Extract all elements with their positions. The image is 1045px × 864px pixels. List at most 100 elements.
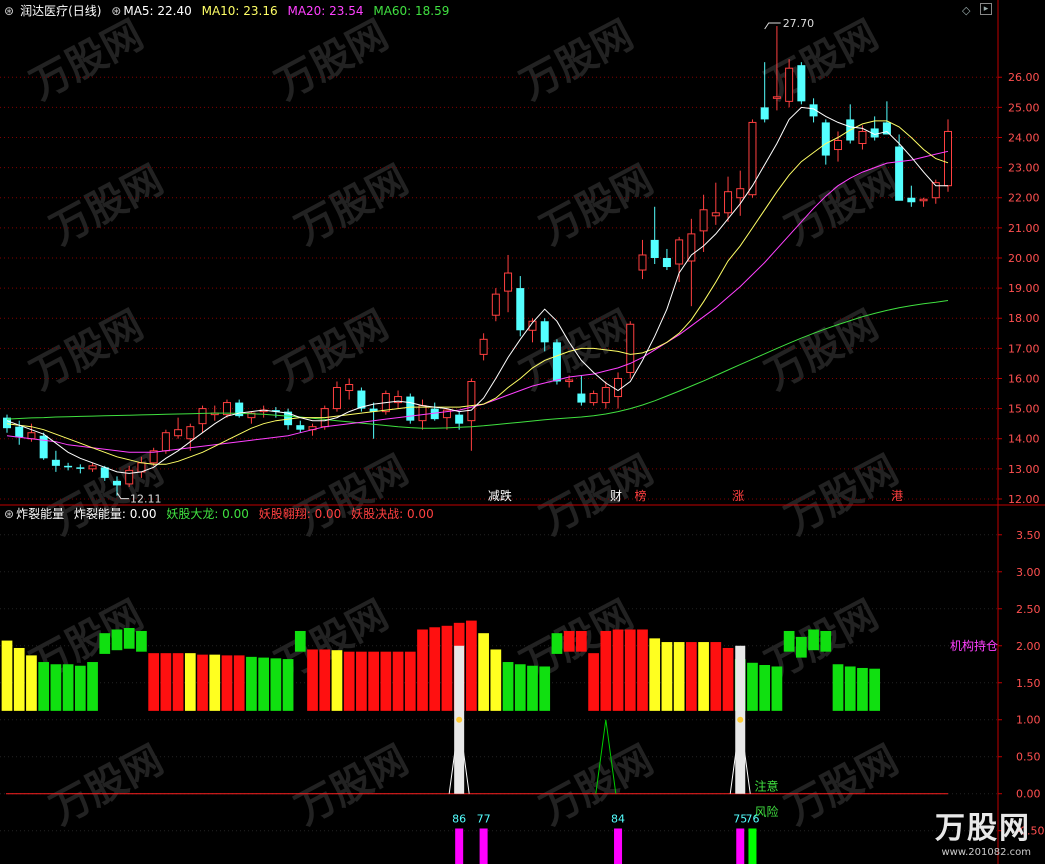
info-icon[interactable]: ⊛ xyxy=(4,4,14,18)
brand-logo: 万股网 www.201082.com xyxy=(935,803,1031,858)
candle-body-up xyxy=(724,191,733,214)
energy-bar-float xyxy=(795,636,807,658)
candle-body-down xyxy=(797,65,806,102)
candle-body-up xyxy=(711,212,720,217)
candle-body-up xyxy=(614,377,623,398)
energy-bar xyxy=(270,658,282,711)
candle-body-down xyxy=(296,425,305,430)
candle-body-up xyxy=(491,293,500,316)
signal-bar xyxy=(455,828,464,864)
indicator-tick-label: 1.50 xyxy=(1016,677,1041,690)
candle-body-up xyxy=(174,429,183,437)
price-tick-label: 13.00 xyxy=(1008,463,1040,476)
signal-bar xyxy=(748,828,757,864)
energy-bar xyxy=(1,640,13,711)
energy-bar xyxy=(184,653,196,711)
candle-body-up xyxy=(332,387,341,410)
indicator-info-icon[interactable]: ⊛ xyxy=(4,507,14,521)
energy-bar xyxy=(857,667,868,711)
brand-site: www.201082.com xyxy=(941,847,1031,858)
watermark-text: 万股网 xyxy=(533,157,661,254)
collapse-icon[interactable]: ▸ xyxy=(980,3,992,15)
diamond-icon[interactable]: ◇ xyxy=(962,4,970,17)
candle-body-up xyxy=(186,426,195,440)
energy-bars xyxy=(1,620,881,711)
energy-bar xyxy=(722,647,734,711)
watermark-text: 万股网 xyxy=(268,12,396,109)
ma-toggle-icon[interactable]: ⊛ xyxy=(111,4,121,18)
price-tick-label: 23.00 xyxy=(1008,162,1040,175)
energy-bar xyxy=(514,664,526,711)
energy-bar xyxy=(356,651,367,711)
energy-bar-float xyxy=(111,629,123,651)
energy-bar-float xyxy=(123,628,135,649)
signal-bar-label: 76 xyxy=(745,812,759,825)
indicator-tick-label: 0.50 xyxy=(1016,751,1041,764)
candle-body-up xyxy=(772,96,781,99)
watermark-text: 万股网 xyxy=(288,447,416,544)
candle-body-up xyxy=(675,239,684,265)
candle-body-down xyxy=(895,146,904,201)
energy-bar xyxy=(600,630,612,711)
ma5-readout: MA5: 22.40 xyxy=(123,4,192,18)
energy-bar xyxy=(197,654,208,711)
energy-bar xyxy=(490,649,502,711)
period-label[interactable]: (日线) xyxy=(68,4,101,18)
energy-bar xyxy=(368,651,379,711)
price-tick-label: 14.00 xyxy=(1008,433,1040,446)
candle-body-down xyxy=(540,321,549,343)
price-tick-label: 18.00 xyxy=(1008,312,1040,325)
signal-bar-label: 77 xyxy=(477,812,491,825)
signal-bar-label: 84 xyxy=(611,812,625,825)
energy-bar xyxy=(539,666,551,711)
dragon-readout: 妖股大龙: 0.00 xyxy=(166,507,249,521)
soar-readout: 妖股翱翔: 0.00 xyxy=(258,507,342,521)
watermark-text: 万股网 xyxy=(43,737,171,834)
energy-bar xyxy=(13,647,25,711)
energy-bar xyxy=(527,665,538,711)
energy-bar-float xyxy=(136,630,147,652)
energy-bar xyxy=(307,649,318,711)
candle-body-up xyxy=(944,130,952,187)
signal-bar xyxy=(614,828,623,864)
price-tick-label: 15.00 xyxy=(1008,403,1040,416)
candle-body-up xyxy=(748,121,757,196)
price-axis[interactable]: 12.00 13.00 14.00 15.00 16.00 17.00 18.00 19.00… xyxy=(998,71,1040,506)
energy-bar xyxy=(624,629,636,711)
energy-bar xyxy=(698,642,709,711)
pillar-dot xyxy=(737,716,744,723)
candle-body-up xyxy=(919,198,928,202)
event-label: 榜 xyxy=(634,488,646,503)
watermark-text: 万股网 xyxy=(43,157,171,254)
signal-bar xyxy=(479,828,488,864)
candle-body-up xyxy=(479,338,488,355)
candle-body-down xyxy=(357,390,366,409)
candle-body-up xyxy=(736,188,745,199)
candle-body-up xyxy=(834,139,843,151)
energy-bar xyxy=(686,642,697,711)
candle-body-up xyxy=(601,387,610,404)
energy-bar xyxy=(148,653,160,711)
ma10-readout: MA10: 23.16 xyxy=(201,4,278,18)
indicator-axis[interactable]: -0.500.000.501.001.502.002.503.003.50 xyxy=(998,529,1044,838)
energy-bar xyxy=(649,638,661,711)
watermark-text: 万股网 xyxy=(513,12,641,109)
price-tick-label: 24.00 xyxy=(1008,131,1040,144)
candle-body-up xyxy=(785,67,794,102)
energy-bar xyxy=(466,620,477,711)
price-tick-label: 16.00 xyxy=(1008,372,1040,385)
energy-bar xyxy=(710,642,722,711)
candle-body-down xyxy=(455,414,464,424)
stock-name: 润达医疗 xyxy=(20,4,69,18)
candle-body-down xyxy=(552,342,561,382)
watermark-text: 万股网 xyxy=(778,737,906,834)
battle-readout: 妖股决战: 0.00 xyxy=(351,507,434,521)
energy-bar xyxy=(246,656,257,711)
candle-body-down xyxy=(39,435,48,459)
energy-bar xyxy=(209,654,221,711)
energy-bar xyxy=(771,666,783,711)
watermark-text: 万股网 xyxy=(23,302,151,399)
indicator-name[interactable]: 炸裂能量 xyxy=(16,507,64,521)
candle-body-up xyxy=(125,469,134,485)
candle-body-down xyxy=(76,467,85,469)
